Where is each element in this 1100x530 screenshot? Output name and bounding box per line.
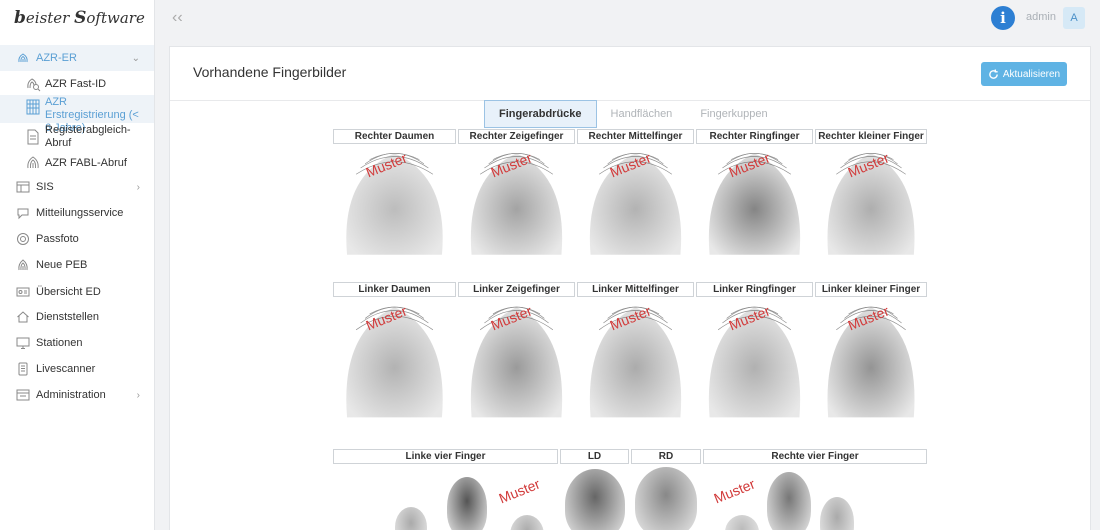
slap-fingerprint[interactable] — [565, 469, 625, 530]
sidebar-item-dienststellen[interactable]: Dienststellen — [0, 309, 154, 325]
sidebar-item-label: Administration — [36, 389, 106, 401]
slap-header: RD — [631, 449, 701, 464]
sidebar-subitem-azr-fast-id[interactable]: AZR Fast-ID — [0, 76, 154, 92]
scanner-icon — [18, 362, 28, 376]
home-icon — [17, 311, 29, 323]
finger-header: Linker Zeigefinger — [458, 282, 575, 297]
fingerprint-grid-icon — [26, 99, 40, 115]
sidebar-item-sis[interactable]: SIS › — [0, 179, 154, 195]
finger-header: Rechter Ringfinger — [696, 129, 813, 144]
sidebar-subitem-azr-fabl-abruf[interactable]: AZR FABL-Abruf — [0, 155, 154, 171]
sidebar-subitem-azr-erstregistrierung[interactable]: AZR Erstregistrierung (< 6 Jahre) — [0, 95, 154, 134]
finger-header: Linker Ringfinger — [696, 282, 813, 297]
tab-handflaechen[interactable]: Handflächen — [597, 100, 687, 128]
finger-header: Rechter Daumen — [333, 129, 456, 144]
logo-letter: b — [14, 8, 26, 28]
sidebar-item-passfoto[interactable]: Passfoto — [0, 231, 154, 247]
fingerprint-icon — [18, 259, 28, 271]
finger-header: Linker Daumen — [333, 282, 456, 297]
sidebar-subitem-label: AZR FABL-Abruf — [45, 157, 127, 169]
refresh-icon — [989, 68, 998, 79]
user-name[interactable]: admin — [1026, 11, 1056, 23]
tab-fingerabdruecke[interactable]: Fingerabdrücke — [484, 100, 597, 128]
slap-header: Rechte vier Finger — [703, 449, 927, 464]
slap-fingerprint[interactable] — [820, 497, 854, 530]
admin-icon — [16, 389, 30, 401]
logo-text: eister — [25, 9, 75, 27]
sidebar-item-label: Stationen — [36, 337, 83, 349]
chevron-right-icon: › — [136, 389, 140, 401]
refresh-label: Aktualisieren — [1002, 68, 1061, 80]
slap-header: Linke vier Finger — [333, 449, 558, 464]
finger-header: Rechter Mittelfinger — [577, 129, 694, 144]
sidebar-item-azr-er[interactable]: AZR-ER ⌄ — [0, 45, 154, 71]
sidebar-item-label: SIS — [36, 181, 54, 193]
camera-icon — [17, 233, 29, 245]
finger-header: Rechter kleiner Finger — [815, 129, 927, 144]
fingerprint-search-icon — [27, 78, 41, 92]
sidebar-item-livescanner[interactable]: Livescanner — [0, 361, 154, 377]
refresh-button[interactable]: Aktualisieren — [981, 62, 1067, 86]
page-title: Vorhandene Fingerbilder — [193, 64, 347, 80]
info-icon[interactable]: i — [991, 6, 1015, 30]
logo-text: oftware — [86, 9, 145, 27]
grid-icon — [16, 181, 30, 193]
logo-letter: S — [74, 8, 87, 28]
chevron-right-icon: › — [136, 181, 140, 193]
sidebar-item-label: Livescanner — [36, 363, 96, 375]
sidebar-item-neue-peb[interactable]: Neue PEB — [0, 257, 154, 273]
collapse-sidebar-icon[interactable]: ‹‹ — [172, 9, 183, 27]
sidebar-item-stationen[interactable]: Stationen — [0, 335, 154, 351]
sidebar-item-label: Dienststellen — [36, 311, 99, 323]
sidebar-item-label: Passfoto — [36, 233, 79, 245]
slap-fingerprint[interactable] — [767, 472, 811, 530]
sidebar-subitem-label: Registerabgleich-Abruf — [45, 124, 131, 149]
finger-header: Rechter Zeigefinger — [458, 129, 575, 144]
fingerprint-icon — [27, 156, 39, 169]
monitor-icon — [16, 337, 30, 349]
chevron-down-icon: ⌄ — [131, 52, 140, 64]
app-logo[interactable]: beister Software — [0, 0, 154, 36]
id-card-icon — [16, 287, 30, 297]
fingerprint-panel: Vorhandene Fingerbilder Aktualisieren Fi… — [169, 46, 1091, 530]
sidebar-subitem-label: AZR Fast-ID — [45, 78, 107, 90]
slap-fingerprint[interactable] — [510, 515, 544, 530]
sidebar-item-administration[interactable]: Administration › — [0, 387, 154, 403]
slap-fingerprint[interactable] — [635, 467, 697, 530]
sidebar-item-label: AZR-ER — [36, 52, 77, 64]
avatar[interactable]: A — [1063, 7, 1085, 29]
slap-fingerprint[interactable] — [395, 507, 427, 530]
sidebar-item-label: Neue PEB — [36, 259, 88, 271]
tab-bar: Fingerabdrücke Handflächen Fingerkuppen — [484, 100, 782, 128]
slap-header: LD — [560, 449, 629, 464]
tab-fingerkuppen[interactable]: Fingerkuppen — [686, 100, 781, 128]
sidebar-item-label: Mitteilungsservice — [36, 207, 124, 219]
watermark-text: Muster — [496, 475, 543, 507]
slap-fingerprint[interactable] — [447, 477, 487, 530]
document-icon — [27, 129, 39, 145]
sidebar-item-mitteilungsservice[interactable]: Mitteilungsservice — [0, 205, 154, 221]
finger-header: Linker Mittelfinger — [577, 282, 694, 297]
fingerprint-icon — [16, 51, 30, 65]
chat-icon — [17, 208, 29, 220]
sidebar-item-uebersicht-ed[interactable]: Übersicht ED — [0, 284, 154, 300]
finger-header: Linker kleiner Finger — [815, 282, 927, 297]
sidebar: beister Software AZR-ER ⌄ AZR Fast-ID AZ… — [0, 0, 155, 530]
sidebar-item-label: Übersicht ED — [36, 286, 101, 298]
watermark-text: Muster — [711, 475, 758, 507]
info-glyph: i — [1000, 9, 1006, 27]
slap-fingerprint[interactable] — [725, 515, 759, 530]
sidebar-subitem-registerabgleich[interactable]: Registerabgleich-Abruf — [0, 124, 154, 152]
